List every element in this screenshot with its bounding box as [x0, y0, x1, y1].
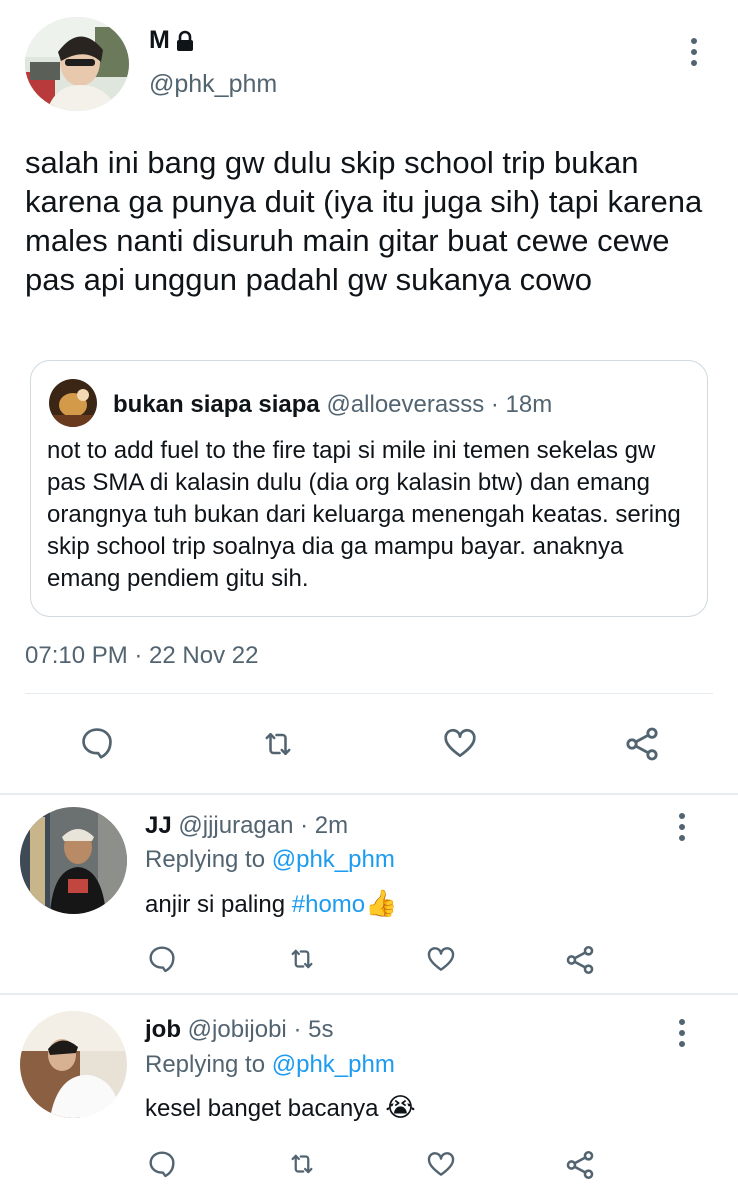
avatar-photo: [49, 379, 97, 427]
like-icon[interactable]: [424, 1148, 458, 1185]
author-handle[interactable]: @phk_phm: [149, 70, 277, 99]
author-name[interactable]: M: [149, 26, 170, 55]
share-icon[interactable]: [563, 1148, 597, 1187]
replying-to-link[interactable]: @phk_phm: [272, 1051, 395, 1078]
replying-to-label: Replying to: [145, 1051, 266, 1078]
tweet-timestamp: 07:10 PM · 22 Nov 22: [25, 642, 259, 669]
quoted-name: bukan siapa siapa: [113, 391, 320, 418]
reply-tweet[interactable]: JJ @jjjuragan · 2m Replying to @phk_phm …: [0, 795, 738, 993]
reply-time: · 2m: [300, 812, 349, 839]
reply-icon[interactable]: [146, 1148, 178, 1185]
like-icon[interactable]: [440, 724, 480, 767]
share-icon[interactable]: [563, 943, 597, 982]
reply-name[interactable]: JJ: [145, 812, 172, 839]
avatar-photo: [20, 807, 127, 914]
quoted-avatar: [49, 379, 97, 427]
quoted-tweet[interactable]: bukan siapa siapa @alloeverasss · 18m no…: [30, 360, 708, 617]
quoted-text: not to add fuel to the fire tapi si mile…: [47, 437, 681, 592]
more-icon[interactable]: [676, 1019, 688, 1047]
reply-icon[interactable]: [78, 724, 116, 767]
reply-emoji: 😭: [385, 1092, 416, 1122]
lock-icon: [176, 30, 193, 51]
quoted-handle: @alloeverasss: [326, 391, 485, 418]
replying-to-link[interactable]: @phk_phm: [272, 846, 395, 873]
retweet-icon[interactable]: [258, 726, 298, 767]
avatar-photo: [20, 1011, 127, 1118]
quoted-time: · 18m: [490, 391, 553, 418]
reply-emoji: 👍: [365, 888, 398, 918]
divider: [25, 693, 713, 694]
reply-handle[interactable]: @jjjuragan: [178, 812, 293, 839]
reply-avatar[interactable]: [20, 807, 127, 914]
more-icon[interactable]: [676, 813, 688, 841]
retweet-icon[interactable]: [285, 944, 319, 979]
tweet-text: salah ini bang gw dulu skip school trip …: [25, 145, 703, 297]
reply-tweet[interactable]: job @jobijobi · 5s Replying to @phk_phm …: [0, 995, 738, 1200]
retweet-icon[interactable]: [285, 1149, 319, 1184]
reply-text: anjir si paling: [145, 891, 292, 918]
like-icon[interactable]: [424, 943, 458, 980]
reply-time: · 5s: [293, 1016, 334, 1043]
reply-text: kesel banget bacanya: [145, 1095, 386, 1122]
more-icon[interactable]: [688, 38, 700, 66]
reply-handle[interactable]: @jobijobi: [188, 1016, 287, 1043]
hashtag-link[interactable]: #homo: [292, 891, 365, 918]
replying-to-label: Replying to: [145, 846, 266, 873]
reply-icon[interactable]: [146, 943, 178, 980]
reply-avatar[interactable]: [20, 1011, 127, 1118]
reply-name[interactable]: job: [145, 1016, 181, 1043]
avatar-photo: [25, 17, 129, 111]
main-avatar[interactable]: [25, 17, 129, 111]
share-icon[interactable]: [622, 724, 662, 769]
